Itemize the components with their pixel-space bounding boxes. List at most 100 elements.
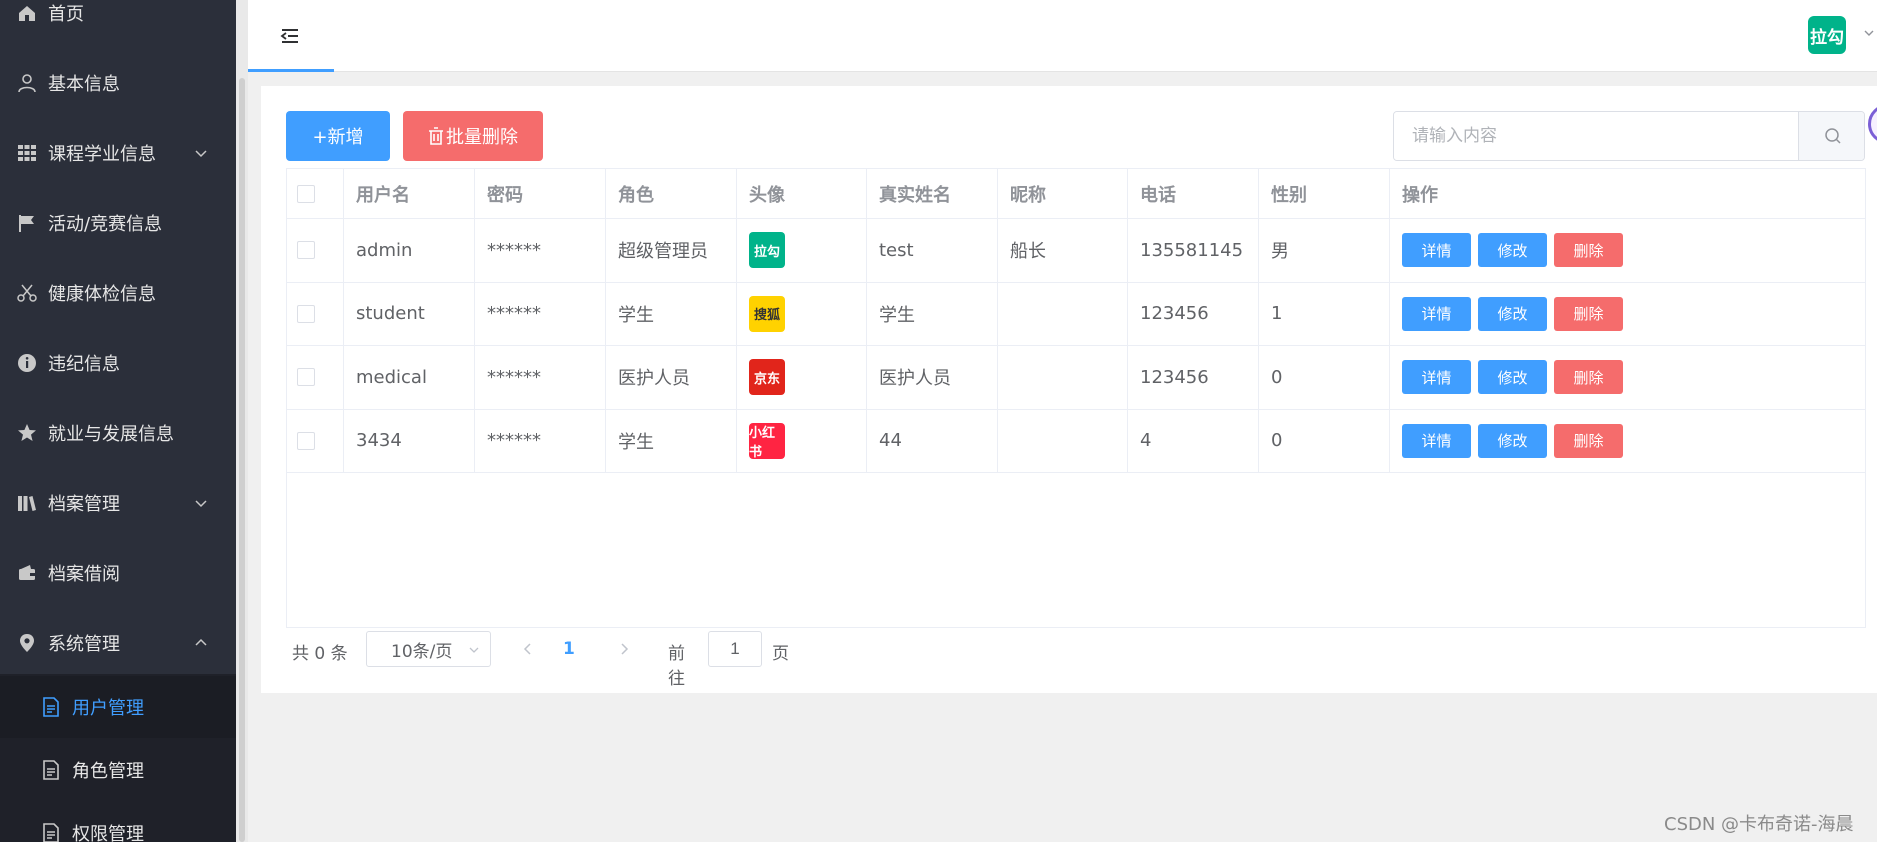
detail-button[interactable]: 详情 [1402, 233, 1471, 268]
watermark: CSDN @卡布奇诺-海晨 [1664, 814, 1854, 835]
chevron-down-icon [195, 500, 207, 508]
sidebar-item-label: 角色管理 [72, 761, 144, 782]
delete-button[interactable]: 删除 [1554, 423, 1623, 458]
column-header: 真实姓名 [867, 169, 998, 218]
actions-cell: 详情 修改 删除 [1390, 410, 1623, 473]
sidebar-item-label: 就业与发展信息 [48, 424, 174, 445]
add-button[interactable]: +新增 [286, 111, 390, 161]
user-avatar-image: 京东 [749, 359, 785, 396]
delete-button[interactable]: 删除 [1554, 233, 1623, 268]
cell-username: student [344, 282, 475, 345]
sidebar-item-employment[interactable]: 就业与发展信息 [0, 398, 236, 468]
grid-icon [16, 142, 38, 164]
sidebar-item-basic-info[interactable]: 基本信息 [0, 48, 236, 118]
actions-cell: 详情 修改 删除 [1390, 346, 1623, 409]
batch-delete-button[interactable]: 批量删除 [403, 111, 543, 161]
document-icon [40, 822, 62, 842]
sidebar-item-label: 档案借阅 [48, 564, 120, 585]
cell-gender: 0 [1259, 346, 1390, 409]
delete-button[interactable]: 删除 [1554, 360, 1623, 395]
info-icon [16, 352, 38, 374]
sidebar-item-activities[interactable]: 活动/竞赛信息 [0, 188, 236, 258]
document-icon [40, 759, 62, 781]
cell-phone: 123456 [1128, 346, 1259, 409]
sidebar-item-borrow[interactable]: 档案借阅 [0, 538, 236, 608]
cell-username: admin [344, 219, 475, 282]
sidebar-item-permission-management[interactable]: 权限管理 [0, 802, 236, 842]
search-button[interactable] [1798, 112, 1864, 160]
row-checkbox[interactable] [297, 241, 315, 260]
scrollbar-thumb[interactable] [239, 78, 245, 842]
avatar-cell: 京东 [737, 346, 867, 409]
flag-icon [16, 212, 38, 234]
select-all-checkbox[interactable] [297, 184, 315, 203]
goto-page-input[interactable] [708, 631, 762, 667]
row-select-cell [287, 219, 344, 282]
cell-gender: 1 [1259, 282, 1390, 345]
sidebar-item-home[interactable]: 首页 [0, 0, 236, 48]
page-suffix: 页 [772, 644, 789, 664]
row-checkbox[interactable] [297, 431, 315, 450]
row-checkbox[interactable] [297, 304, 315, 323]
cell-role: 学生 [606, 282, 737, 345]
column-header: 头像 [737, 169, 867, 218]
cell-nickname [998, 409, 1128, 472]
cell-username: medical [344, 346, 475, 409]
location-icon [16, 632, 38, 654]
row-select-cell [287, 409, 344, 472]
delete-button[interactable]: 删除 [1554, 296, 1623, 331]
row-checkbox[interactable] [297, 368, 315, 387]
avatar-cell: 小红书 [737, 409, 867, 472]
sidebar-item-health[interactable]: 健康体检信息 [0, 258, 236, 328]
sidebar-item-label: 违纪信息 [48, 354, 120, 375]
menu-fold-icon[interactable] [278, 24, 302, 48]
wallet-icon [16, 562, 38, 584]
sidebar-item-discipline[interactable]: 违纪信息 [0, 328, 236, 398]
page-size-value: 10条/页 [391, 641, 453, 662]
chevron-down-icon[interactable] [1863, 27, 1875, 39]
user-avatar-image: 搜狐 [749, 295, 785, 332]
detail-button[interactable]: 详情 [1402, 296, 1471, 331]
column-header: 性别 [1259, 169, 1390, 218]
cell-username: 3434 [344, 409, 475, 472]
edit-button[interactable]: 修改 [1478, 296, 1547, 331]
edit-button[interactable]: 修改 [1478, 423, 1547, 458]
row-select-cell [287, 282, 344, 345]
cell-password: ****** [475, 409, 606, 472]
sidebar-item-role-management[interactable]: 角色管理 [0, 739, 236, 801]
cell-realname: 学生 [867, 282, 998, 345]
user-icon [16, 72, 38, 94]
star-icon [16, 422, 38, 444]
sidebar-item-system[interactable]: 系统管理 [0, 608, 236, 678]
chevron-down-icon [469, 647, 479, 653]
sidebar-item-label: 系统管理 [48, 634, 120, 655]
prev-page-icon[interactable] [520, 641, 536, 657]
cell-phone: 4 [1128, 409, 1259, 472]
user-table: 用户名 密码 角色 头像 真实姓名 昵称 电话 性别 操作 admin *****… [286, 168, 1866, 628]
sidebar-item-label: 首页 [48, 4, 84, 25]
sidebar-item-courses[interactable]: 课程学业信息 [0, 118, 236, 188]
detail-button[interactable]: 详情 [1402, 423, 1471, 458]
sidebar-item-label: 用户管理 [72, 698, 144, 719]
next-page-icon[interactable] [616, 641, 632, 657]
search-icon [1824, 128, 1841, 144]
document-icon [40, 696, 62, 718]
cell-realname: 医护人员 [867, 346, 998, 409]
avatar[interactable]: 拉勾 [1808, 16, 1846, 54]
edit-button[interactable]: 修改 [1478, 360, 1547, 395]
cell-nickname [998, 346, 1128, 409]
sidebar-item-archives[interactable]: 档案管理 [0, 468, 236, 538]
actions-cell: 详情 修改 删除 [1390, 283, 1623, 346]
sidebar-item-user-management[interactable]: 用户管理 [0, 676, 236, 738]
avatar-cell: 搜狐 [737, 282, 867, 345]
sidebar: 首页 基本信息 课程学业信息 活动/竞赛信息 健康体检信息 违纪信息 就业与发展… [0, 0, 236, 842]
chevron-up-icon [195, 638, 207, 646]
page-size-select[interactable]: 10条/页 [366, 631, 491, 667]
sidebar-scrollbar[interactable] [236, 0, 248, 842]
cell-password: ****** [475, 282, 606, 345]
search-input[interactable] [1394, 112, 1798, 160]
edit-button[interactable]: 修改 [1478, 233, 1547, 268]
cell-phone: 135581145 [1128, 219, 1259, 282]
page-number-current[interactable]: 1 [563, 639, 575, 659]
detail-button[interactable]: 详情 [1402, 360, 1471, 395]
